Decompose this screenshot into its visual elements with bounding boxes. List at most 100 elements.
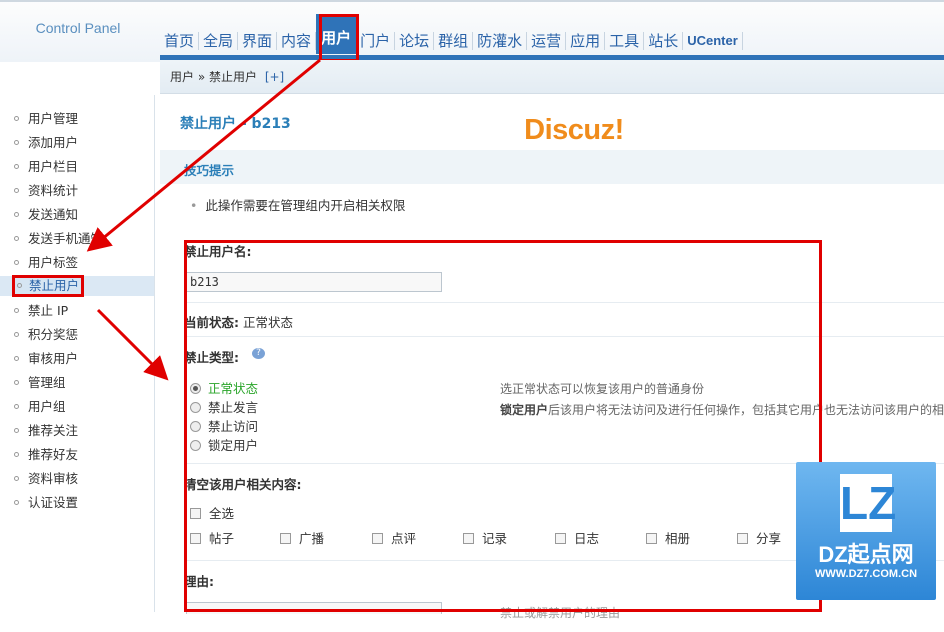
ban-desc-1: 选正常状态可以恢复该用户的普通身份	[500, 382, 705, 396]
bullet-icon	[14, 451, 19, 457]
bullet-icon	[14, 115, 19, 121]
radio-ban-visit[interactable]: 禁止访问	[190, 418, 258, 436]
sidebar-item-profile-review[interactable]: 资料审核	[14, 468, 78, 490]
bullet-icon	[14, 403, 19, 409]
nav-item-groups[interactable]: 群组	[434, 32, 474, 50]
checkbox-select-all[interactable]: 全选	[190, 505, 234, 523]
main-nav: 首页 全局 界面 内容 用户 门户 论坛 群组 防灌水 运营 应用 工具 站长 …	[160, 14, 743, 54]
status-value: 正常状态	[242, 315, 293, 330]
checkbox-blogs[interactable]: 日志	[555, 530, 599, 548]
sidebar-item-send-sms[interactable]: 发送手机通知	[14, 228, 103, 250]
username-input[interactable]: b213	[186, 272, 442, 292]
checkbox-posts[interactable]: 帖子	[190, 530, 234, 548]
help-icon[interactable]: ?	[252, 348, 265, 359]
ban-type-label: 禁止类型:	[184, 350, 239, 365]
sidebar-item-label: 用户组	[28, 399, 66, 414]
sidebar-item-label: 资料统计	[28, 183, 79, 198]
radio-unchecked-icon	[190, 401, 201, 413]
checkbox-label: 点评	[391, 531, 417, 546]
reason-input[interactable]	[186, 602, 442, 614]
nav-item-apps[interactable]: 应用	[566, 32, 606, 50]
checkbox-records[interactable]: 记录	[463, 530, 507, 548]
current-status: 当前状态: 正常状态	[184, 312, 293, 331]
divider	[184, 302, 944, 303]
sidebar-item-label: 发送通知	[28, 207, 79, 222]
bullet-icon	[14, 163, 19, 169]
sidebar-item-verification[interactable]: 认证设置	[14, 492, 78, 514]
bullet-icon	[14, 379, 19, 385]
checkbox-label: 相册	[665, 531, 691, 546]
checkbox-label: 广播	[299, 531, 325, 546]
nav-item-antispam[interactable]: 防灌水	[473, 32, 528, 50]
sidebar-item-user-manage[interactable]: 用户管理	[14, 108, 78, 130]
checkbox-broadcast[interactable]: 广播	[280, 530, 324, 548]
nav-item-ucenter[interactable]: UCenter	[683, 32, 743, 50]
sidebar-item-credits[interactable]: 积分奖惩	[14, 324, 78, 346]
sidebar-item-moderate-users[interactable]: 审核用户	[14, 348, 78, 370]
breadcrumb: 用户 » 禁止用户 [+]	[160, 60, 944, 94]
checkbox-icon	[372, 532, 383, 544]
checkbox-label: 帖子	[209, 531, 235, 546]
radio-label: 正常状态	[208, 381, 259, 396]
status-label: 当前状态:	[184, 315, 239, 330]
breadcrumb-text[interactable]: 用户 » 禁止用户	[170, 70, 257, 84]
sidebar-item-label: 管理组	[28, 375, 66, 390]
watermark-logo: LZ DZ起点网 WWW.DZ7.COM.CN	[796, 462, 936, 600]
breadcrumb-add-button[interactable]: [+]	[265, 70, 284, 84]
sidebar-item-user-tags[interactable]: 用户标签	[14, 252, 78, 274]
sidebar-item-label: 用户标签	[28, 255, 79, 270]
bullet-icon	[14, 499, 19, 505]
radio-lock-user[interactable]: 锁定用户	[190, 437, 258, 455]
watermark-url: WWW.DZ7.COM.CN	[814, 568, 918, 580]
sidebar-item-ban-ip[interactable]: 禁止 IP	[14, 300, 68, 322]
sidebar-item-admin-groups[interactable]: 管理组	[14, 372, 66, 394]
bullet-icon	[14, 139, 19, 145]
checkbox-comments[interactable]: 点评	[372, 530, 416, 548]
username-label: 禁止用户名:	[184, 244, 252, 259]
bullet-icon	[17, 282, 22, 288]
nav-item-admin[interactable]: 站长	[644, 32, 684, 50]
checkbox-icon	[646, 532, 657, 544]
radio-unchecked-icon	[190, 420, 201, 432]
checkbox-albums[interactable]: 相册	[646, 530, 690, 548]
tip-box: 技巧提示	[160, 150, 944, 184]
checkbox-icon	[280, 532, 291, 544]
radio-ban-post[interactable]: 禁止发言	[190, 399, 258, 417]
nav-item-home[interactable]: 首页	[160, 32, 200, 50]
nav-item-tools[interactable]: 工具	[605, 32, 645, 50]
checkbox-icon	[737, 532, 748, 544]
nav-item-portal[interactable]: 门户	[356, 32, 396, 50]
sidebar-item-profile-stats[interactable]: 资料统计	[14, 180, 78, 202]
logo-subtitle: Control Panel	[35, 20, 121, 36]
tip-title: 技巧提示	[184, 163, 235, 178]
nav-item-operations[interactable]: 运营	[527, 32, 567, 50]
sidebar-item-recommend-follow[interactable]: 推荐关注	[14, 420, 78, 442]
sidebar-item-ban-user[interactable]: 禁止用户	[12, 275, 84, 297]
checkbox-icon	[555, 532, 566, 544]
nav-item-interface[interactable]: 界面	[238, 32, 278, 50]
checkbox-label: 全选	[209, 506, 235, 521]
nav-item-global[interactable]: 全局	[199, 32, 239, 50]
top-border	[0, 0, 944, 2]
sidebar-item-user-groups[interactable]: 用户组	[14, 396, 66, 418]
ban-desc-2: 锁定用户后该用户将无法访问及进行任何操作，包括其它用户也无法访问该用户的相	[500, 401, 944, 418]
radio-label: 禁止发言	[208, 400, 259, 415]
reason-label: 理由:	[184, 574, 214, 589]
nav-item-forum[interactable]: 论坛	[395, 32, 435, 50]
nav-item-content[interactable]: 内容	[277, 32, 317, 50]
tip-text: • 此操作需要在管理组内开启相关权限	[190, 195, 405, 214]
page-title: 禁止用户 - b213	[180, 116, 291, 132]
sidebar-item-label: 用户管理	[28, 111, 79, 126]
sidebar-item-label: 禁止 IP	[28, 303, 69, 318]
reason-desc: 禁止或解禁用户的理由	[500, 606, 621, 620]
sidebar-item-send-notice[interactable]: 发送通知	[14, 204, 78, 226]
sidebar-item-user-fields[interactable]: 用户栏目	[14, 156, 78, 178]
sidebar-item-label: 积分奖惩	[28, 327, 79, 342]
divider	[184, 336, 944, 337]
bullet-icon	[14, 331, 19, 337]
checkbox-shares[interactable]: 分享	[737, 530, 781, 548]
sidebar-item-add-user[interactable]: 添加用户	[14, 132, 78, 154]
logo[interactable]: Discuz! Control Panel	[22, 20, 625, 145]
radio-normal[interactable]: 正常状态	[190, 380, 258, 398]
sidebar-item-recommend-friends[interactable]: 推荐好友	[14, 444, 78, 466]
